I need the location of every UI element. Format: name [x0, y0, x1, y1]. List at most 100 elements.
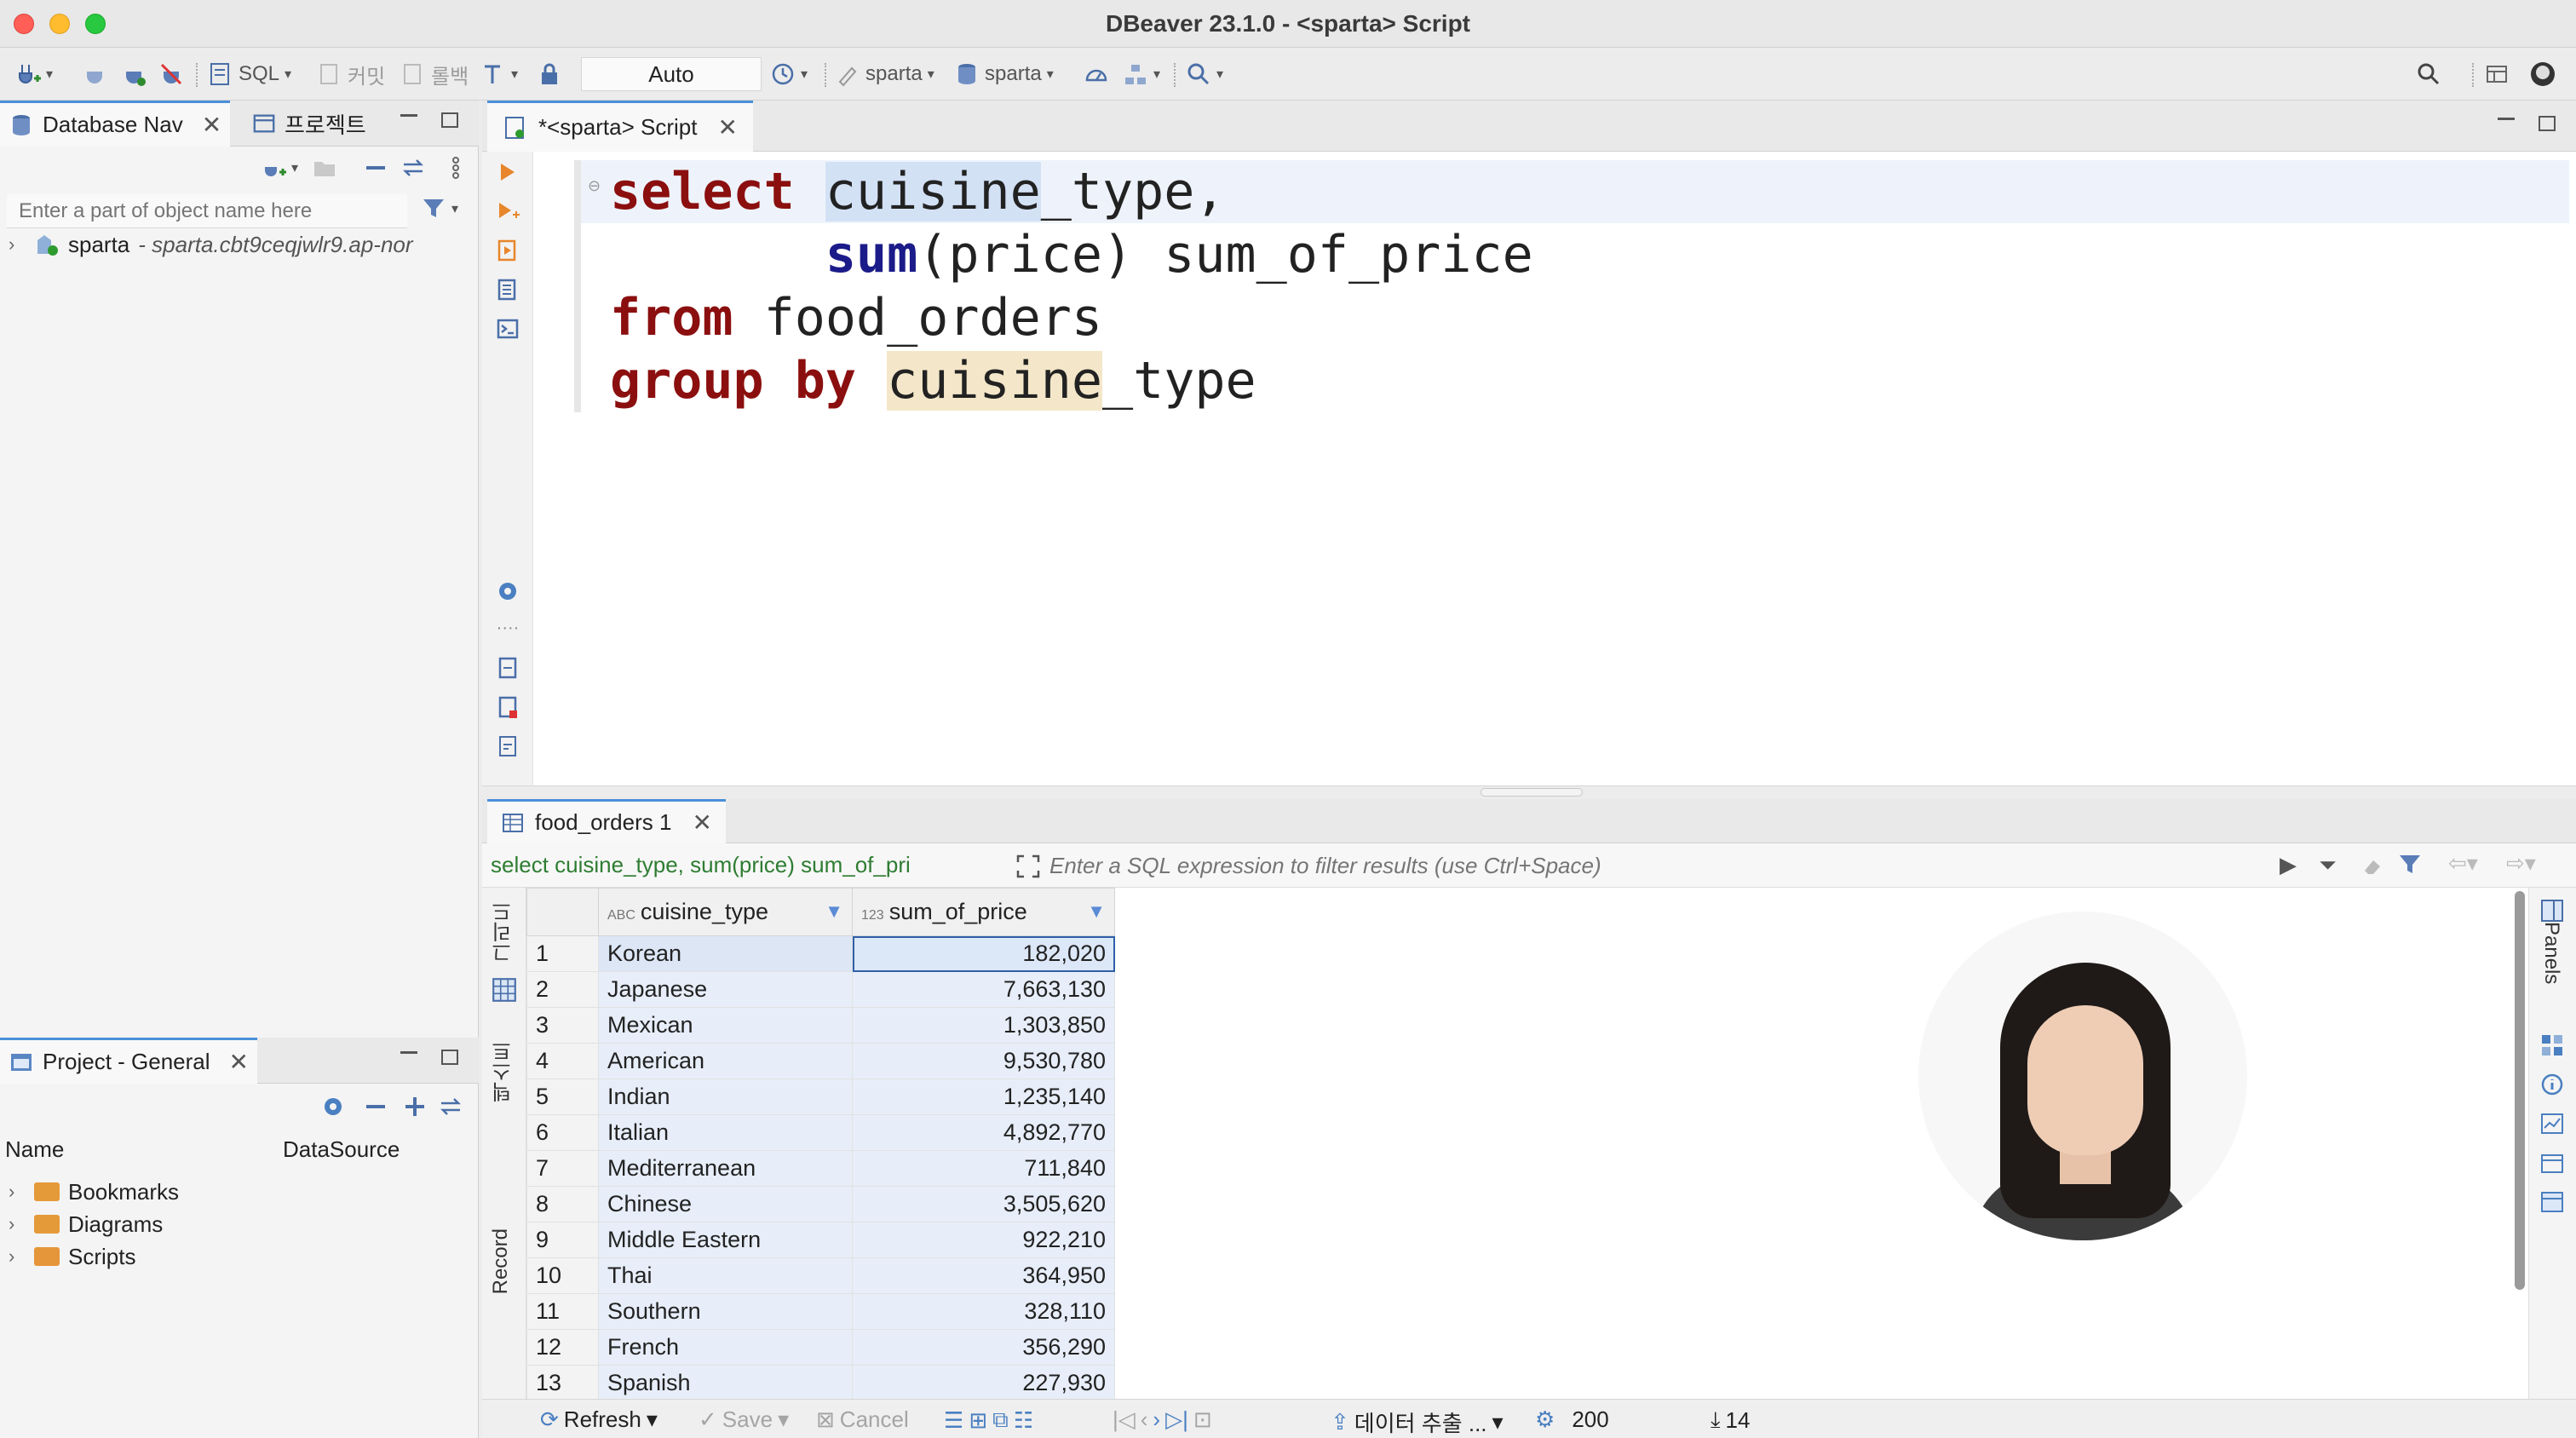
sum-of-price-cell[interactable]: 328,110	[852, 1293, 1115, 1330]
eraser-icon[interactable]	[2361, 854, 2385, 877]
sum-of-price-cell[interactable]: 3,505,620	[852, 1186, 1115, 1222]
results-filter-input[interactable]	[1049, 850, 2576, 881]
table-row[interactable]: 9 Middle Eastern 922,210	[526, 1222, 1115, 1258]
table-row[interactable]: 12 French 356,290	[526, 1329, 1115, 1366]
save-button[interactable]: ✓ Save ▾	[699, 1406, 789, 1433]
row-count-icon[interactable]: ⤓	[1711, 1406, 1721, 1434]
grid-icon[interactable]	[491, 976, 518, 1004]
table-row[interactable]: 13 Spanish 227,930	[526, 1365, 1115, 1401]
panels-label[interactable]: Panels	[2539, 922, 2563, 984]
cuisine-type-cell[interactable]: French	[598, 1329, 853, 1366]
collapse-all-button[interactable]	[363, 152, 388, 184]
table-row[interactable]: 10 Thai 364,950	[526, 1257, 1115, 1294]
connection-tree-item[interactable]: › sparta - sparta.cbt9ceqjwlr9.ap-nor	[9, 228, 413, 261]
sort-dropdown-icon[interactable]: ▼	[825, 900, 843, 923]
chevron-right-icon[interactable]: ›	[9, 1245, 26, 1268]
row-number[interactable]: 10	[526, 1257, 599, 1294]
text-view-label[interactable]: 텍스트	[489, 1041, 519, 1102]
minimize-icon[interactable]	[400, 114, 417, 118]
project-collapse-button[interactable]	[363, 1090, 388, 1123]
row-number-header[interactable]	[526, 888, 599, 936]
sum-of-price-cell[interactable]: 711,840	[852, 1150, 1115, 1187]
project-add-button[interactable]	[402, 1090, 428, 1123]
file-error-icon[interactable]	[496, 695, 520, 719]
chart-icon[interactable]	[2539, 1111, 2565, 1136]
sum-of-price-cell[interactable]: 1,303,850	[852, 1007, 1115, 1044]
cuisine-type-cell[interactable]: Thai	[598, 1257, 853, 1294]
terminal-icon[interactable]	[496, 317, 520, 341]
project-item-bookmarks[interactable]: › Bookmarks	[9, 1176, 179, 1208]
close-icon[interactable]: ✕	[202, 111, 221, 139]
diagram-button[interactable]: ▾	[1123, 58, 1160, 90]
table-row[interactable]: 2 Japanese 7,663,130	[526, 971, 1115, 1008]
dashboard-button[interactable]	[1084, 58, 1109, 90]
table-row[interactable]: 7 Mediterranean 711,840	[526, 1150, 1115, 1187]
chevron-right-icon[interactable]: ›	[9, 233, 26, 256]
sql-editor-button[interactable]: SQL ▾	[208, 58, 291, 90]
editor-results-splitter[interactable]	[482, 785, 2576, 799]
record-mode-label[interactable]: Record	[489, 1228, 513, 1294]
sum-of-price-cell[interactable]: 7,663,130	[852, 971, 1115, 1008]
project-item-scripts[interactable]: › Scripts	[9, 1240, 135, 1273]
active-schema-select[interactable]: sparta ▾	[954, 58, 1054, 90]
cuisine-type-cell[interactable]: Southern	[598, 1293, 853, 1330]
navigator-filter-button[interactable]: ▾	[421, 193, 458, 225]
tab-sparta-script[interactable]: *<sparta> Script ✕	[487, 101, 753, 152]
table-row[interactable]: 4 American 9,530,780	[526, 1043, 1115, 1079]
sql-code[interactable]: select cuisine_type, sum(price) sum_of_p…	[610, 160, 1533, 412]
fetch-settings[interactable]: ⚙ 200	[1535, 1406, 1609, 1433]
table-row[interactable]: 6 Italian 4,892,770	[526, 1114, 1115, 1151]
table-row[interactable]: 11 Southern 328,110	[526, 1293, 1115, 1330]
sum-of-price-cell[interactable]: 364,950	[852, 1257, 1115, 1294]
table-row[interactable]: 8 Chinese 3,505,620	[526, 1186, 1115, 1222]
new-folder-button[interactable]	[312, 152, 337, 184]
cuisine-type-cell[interactable]: Indian	[598, 1078, 853, 1115]
apply-filter-icon[interactable]: ▶	[2280, 852, 2297, 878]
row-number[interactable]: 4	[526, 1043, 599, 1079]
delete-row-icon[interactable]: ☷	[1014, 1407, 1033, 1434]
commit-button[interactable]: 커밋	[317, 58, 385, 90]
column-header-cuisine-type[interactable]: ABC cuisine_type ▼	[598, 888, 853, 936]
close-icon[interactable]: ✕	[229, 1048, 249, 1076]
filter-history-icon[interactable]: ⏷	[2319, 852, 2337, 879]
history-button[interactable]: ▾	[770, 58, 808, 90]
global-search-button[interactable]	[2416, 58, 2441, 90]
last-page-icon[interactable]: ▷|	[1165, 1406, 1188, 1433]
row-number[interactable]: 13	[526, 1365, 599, 1401]
column-header-sum-of-price[interactable]: 123 sum_of_price ▼	[852, 888, 1115, 936]
chevron-right-icon[interactable]: ›	[9, 1213, 26, 1235]
project-item-diagrams[interactable]: › Diagrams	[9, 1208, 163, 1240]
gear-icon[interactable]	[496, 579, 520, 603]
maximize-icon[interactable]	[441, 1050, 458, 1065]
sum-of-price-cell[interactable]: 922,210	[852, 1222, 1115, 1258]
sum-of-price-cell[interactable]: 227,930	[852, 1365, 1115, 1401]
link-editor-button[interactable]	[400, 152, 426, 184]
execute-in-new-tab-icon[interactable]	[496, 199, 520, 223]
result-query-text[interactable]: select cuisine_type, sum(price) sum_of_p…	[491, 852, 1010, 878]
export-file-icon[interactable]	[496, 656, 520, 680]
row-number[interactable]: 8	[526, 1186, 599, 1222]
row-number[interactable]: 3	[526, 1007, 599, 1044]
project-settings-button[interactable]	[320, 1090, 346, 1123]
maximize-icon[interactable]	[2539, 116, 2556, 131]
new-connection-button[interactable]: ▾	[15, 58, 53, 90]
active-datasource-select[interactable]: sparta ▾	[835, 58, 934, 90]
back-arrow-icon[interactable]: ⇦▾	[2448, 850, 2478, 877]
minimize-icon[interactable]	[400, 1051, 417, 1055]
cuisine-type-cell[interactable]: Chinese	[598, 1186, 853, 1222]
close-icon[interactable]: ✕	[692, 808, 711, 837]
forward-arrow-icon[interactable]: ⇨▾	[2506, 850, 2536, 877]
previous-page-icon[interactable]: ‹	[1141, 1406, 1148, 1433]
new-connection-nav-button[interactable]: ▾	[261, 152, 298, 184]
tab-project-general[interactable]: Project - General ✕	[0, 1038, 257, 1084]
fold-collapse-icon[interactable]: ⊖	[588, 177, 601, 195]
copy-row-icon[interactable]: ⧉	[992, 1406, 1009, 1434]
cuisine-type-cell[interactable]: Spanish	[598, 1365, 853, 1401]
chevron-right-icon[interactable]: ›	[9, 1181, 26, 1203]
search-toolbar-button[interactable]: ▾	[1186, 58, 1223, 90]
table-row[interactable]: 1 Korean 182,020	[526, 935, 1115, 972]
view-menu-button[interactable]	[443, 152, 469, 184]
edit-row-icon[interactable]: ☰	[944, 1407, 963, 1434]
maximize-icon[interactable]	[441, 112, 458, 128]
sum-of-price-cell[interactable]: 356,290	[852, 1329, 1115, 1366]
